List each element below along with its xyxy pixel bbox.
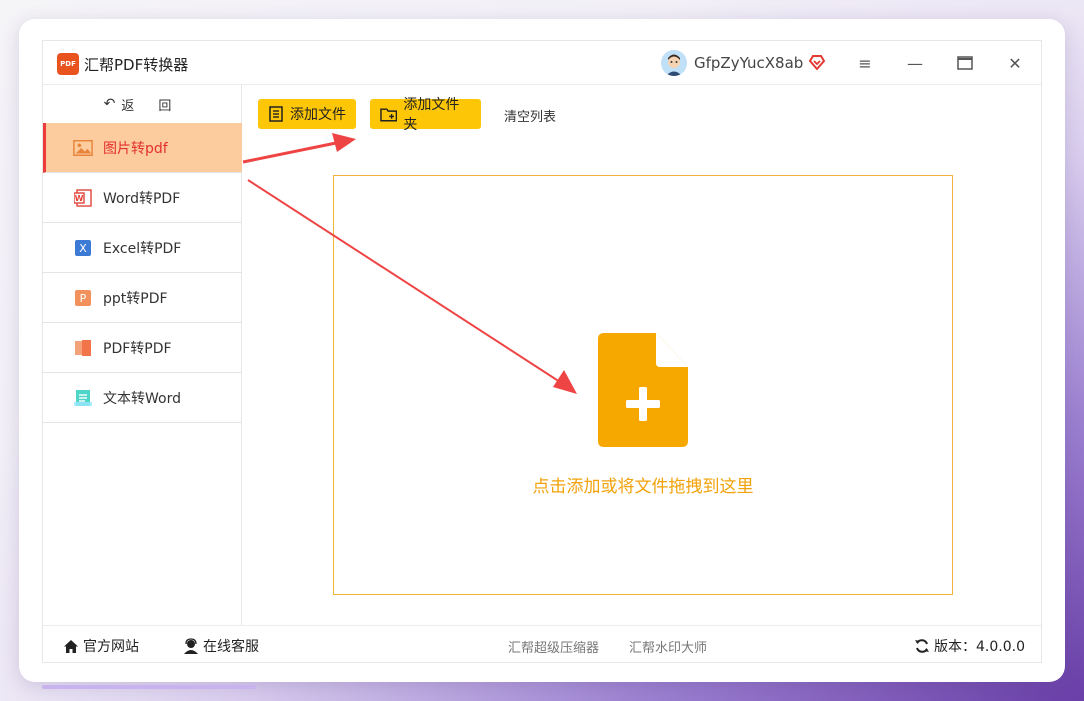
file-list-icon: [269, 106, 283, 122]
sidebar-item-pdf-to-pdf[interactable]: PDF转PDF: [43, 323, 242, 373]
svg-text:P: P: [80, 292, 87, 305]
back-arrow-icon: ↶: [103, 96, 116, 112]
online-support-link[interactable]: 在线客服: [183, 636, 259, 656]
official-website-link[interactable]: 官方网站: [63, 636, 139, 656]
close-button[interactable]: ✕: [1003, 51, 1027, 75]
compressor-link[interactable]: 汇帮超级压缩器: [508, 637, 599, 656]
file-drop-zone[interactable]: 点击添加或将文件拖拽到这里: [333, 175, 953, 595]
official-website-label: 官方网站: [83, 639, 139, 655]
folder-add-icon: [380, 108, 398, 122]
add-folder-label: 添加文件夹: [403, 97, 460, 133]
add-file-button[interactable]: 添加文件: [258, 99, 356, 129]
back-button[interactable]: ↶ 返 回: [43, 85, 242, 123]
vip-diamond-icon[interactable]: [808, 53, 826, 71]
sidebar-item-word-to-pdf[interactable]: W Word转PDF: [43, 173, 242, 223]
ppt-icon: P: [73, 288, 93, 308]
sidebar-item-text-to-word[interactable]: 文本转Word: [43, 373, 242, 423]
pdf-icon: [73, 338, 93, 358]
clear-list-button[interactable]: 清空列表: [504, 106, 556, 125]
maximize-button[interactable]: [953, 51, 977, 75]
title-bar: PDF 汇帮PDF转换器 GfpZyYucX8ab ≡ — ✕: [43, 41, 1041, 85]
sidebar-item-image-to-pdf[interactable]: 图片转pdf: [43, 123, 242, 173]
sidebar-item-label: Word转PDF: [103, 190, 181, 207]
home-icon: [64, 639, 78, 653]
sidebar-item-ppt-to-pdf[interactable]: P ppt转PDF: [43, 273, 242, 323]
app-title: 汇帮PDF转换器: [84, 56, 189, 74]
sidebar: ↶ 返 回 图片转pdf W Word转PDF X Excel转PDF P pp…: [43, 85, 242, 625]
add-file-label: 添加文件: [290, 107, 346, 123]
image-icon: [73, 138, 93, 158]
watermark-link[interactable]: 汇帮水印大师: [629, 637, 707, 656]
footer: 官方网站 在线客服 汇帮超级压缩器 汇帮水印大师 版本：4.0.0.0: [43, 625, 1041, 663]
version-info[interactable]: 版本：4.0.0.0: [914, 636, 1025, 656]
username[interactable]: GfpZyYucX8ab: [694, 54, 803, 72]
svg-text:W: W: [75, 194, 84, 203]
add-folder-button[interactable]: 添加文件夹: [370, 97, 481, 133]
back-label: 返 回: [121, 98, 182, 114]
sidebar-item-label: PDF转PDF: [103, 340, 172, 357]
sidebar-item-excel-to-pdf[interactable]: X Excel转PDF: [43, 223, 242, 273]
support-icon: [184, 638, 198, 654]
add-file-icon: [598, 333, 688, 447]
menu-icon[interactable]: ≡: [853, 51, 877, 75]
refresh-icon: [915, 639, 929, 653]
version-label: 版本：4.0.0.0: [934, 639, 1025, 655]
app-window: PDF 汇帮PDF转换器 GfpZyYucX8ab ≡ — ✕ ↶ 返 回 图片…: [42, 40, 1042, 663]
text-icon: [73, 388, 93, 408]
sidebar-item-label: Excel转PDF: [103, 240, 182, 257]
sidebar-item-label: 图片转pdf: [103, 140, 168, 157]
svg-text:X: X: [79, 242, 87, 255]
excel-icon: X: [73, 238, 93, 258]
drop-zone-text: 点击添加或将文件拖拽到这里: [532, 477, 754, 497]
avatar[interactable]: [661, 50, 687, 76]
scroll-indicator: [42, 685, 256, 689]
sidebar-item-label: 文本转Word: [103, 390, 181, 407]
minimize-button[interactable]: —: [903, 51, 927, 75]
online-support-label: 在线客服: [203, 639, 259, 655]
sidebar-item-label: ppt转PDF: [103, 290, 168, 307]
app-logo-icon: PDF: [57, 53, 79, 75]
word-icon: W: [73, 188, 93, 208]
